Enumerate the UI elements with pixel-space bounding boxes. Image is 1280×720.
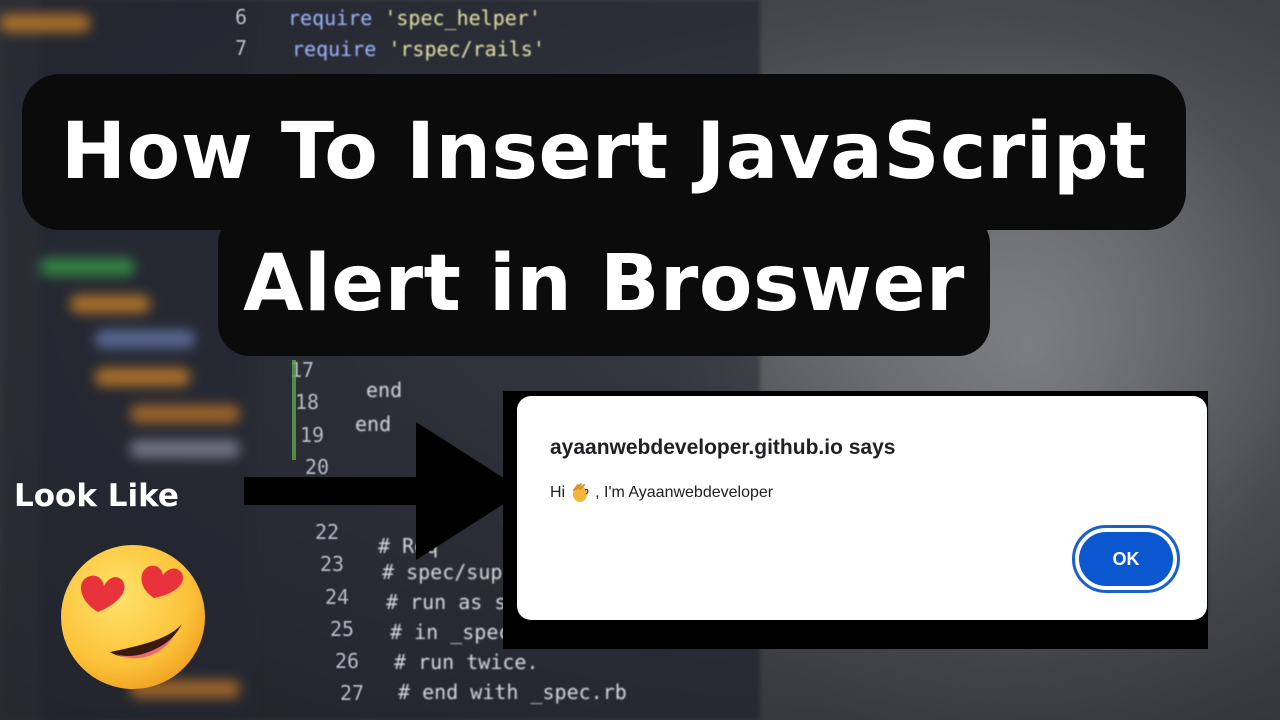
line-number: 7 <box>235 36 248 60</box>
tree-folder-blob <box>95 368 190 386</box>
code-line: require 'rspec/rails' <box>292 37 545 61</box>
code-line: # run twice. <box>394 650 539 674</box>
line-number: 27 <box>340 681 365 705</box>
line-number: 25 <box>330 617 355 641</box>
tree-file-blob <box>130 440 240 458</box>
code-line: end <box>366 378 403 402</box>
line-number: 18 <box>295 390 320 414</box>
tree-folder-blob <box>70 295 150 313</box>
message-prefix: Hi <box>550 484 566 501</box>
tree-folder-blob <box>95 330 195 348</box>
line-number: 24 <box>325 585 350 609</box>
dialog-message: Hi , I'm Ayaanwebdeveloper <box>550 482 773 504</box>
right-arrow-icon <box>244 422 524 560</box>
title-line-1: How To Insert JavaScript <box>60 107 1148 197</box>
title-line-2: Alert in Broswer <box>243 239 965 329</box>
heart-eyes-emoji-icon <box>61 545 205 689</box>
tree-folder-blob <box>0 14 90 32</box>
look-like-label: Look Like <box>14 478 179 514</box>
ok-focus-ring: OK <box>1072 525 1180 593</box>
waving-hand-icon <box>573 483 589 502</box>
line-number: 26 <box>335 649 360 673</box>
title-pill-line-2: Alert in Broswer <box>218 212 990 356</box>
tree-folder-blob <box>40 258 135 276</box>
code-line: require 'spec_helper' <box>288 6 541 30</box>
ok-button[interactable]: OK <box>1079 532 1173 586</box>
tree-file-blob <box>130 405 240 423</box>
alert-dialog: ayaanwebdeveloper.github.io says Hi , I'… <box>517 396 1207 620</box>
message-suffix: , I'm Ayaanwebdeveloper <box>595 484 774 501</box>
line-number: 6 <box>235 5 248 29</box>
title-pill-line-1: How To Insert JavaScript <box>22 74 1186 230</box>
dialog-title: ayaanwebdeveloper.github.io says <box>550 436 896 459</box>
code-line: # end with _spec.rb <box>398 680 627 704</box>
